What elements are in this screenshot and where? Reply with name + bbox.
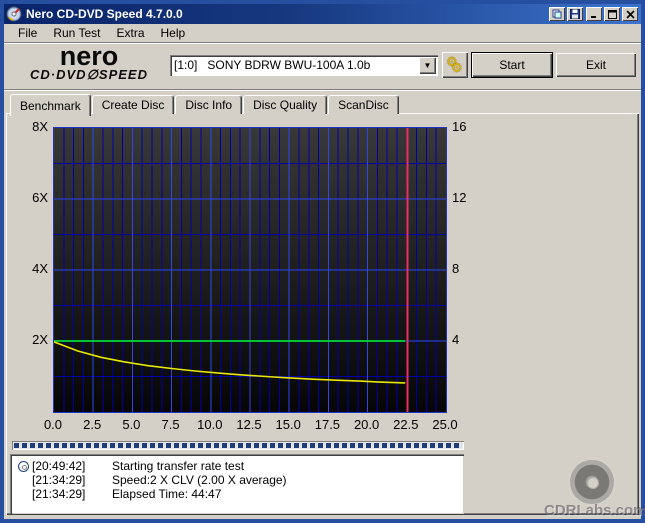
log-entry: [21:34:29] Speed:2 X CLV (2.00 X average… [32, 473, 287, 487]
tab-create-disc[interactable]: Create Disc [91, 95, 175, 114]
log-entry: [21:34:29] Elapsed Time: 44:47 [32, 487, 222, 501]
x-axis-tick: 0.0 [43, 417, 63, 432]
x-axis-tick: 15.0 [275, 417, 301, 432]
start-button[interactable]: Start [472, 53, 552, 77]
log-entry: [20:49:42] Starting transfer rate test [14, 459, 460, 473]
minimize-button[interactable] [586, 7, 602, 21]
disc-icon [17, 460, 29, 472]
separator [4, 89, 641, 91]
x-axis-tick: 5.0 [122, 417, 141, 432]
chevron-down-icon[interactable]: ▼ [419, 57, 436, 74]
title-bar[interactable]: Nero CD-DVD Speed 4.7.0.0 [4, 4, 641, 24]
y-axis-right-tick: 16 [452, 119, 467, 134]
x-axis-tick: 25.0 [432, 417, 458, 432]
y-axis-left-tick: 2X [32, 332, 48, 347]
benchmark-chart [53, 127, 447, 413]
tab-disc-info[interactable]: Disc Info [175, 95, 243, 114]
status-log[interactable]: [20:49:42] Starting transfer rate test [… [10, 454, 464, 514]
progress-fill [14, 443, 462, 448]
menu-extra[interactable]: Extra [108, 25, 152, 41]
maximize-button[interactable] [604, 7, 620, 21]
app-disc-icon [6, 6, 22, 22]
close-button[interactable] [622, 7, 638, 21]
menu-run-test[interactable]: Run Test [45, 25, 108, 41]
save-button[interactable] [567, 7, 583, 21]
menu-help[interactable]: Help [153, 25, 194, 41]
y-axis-right-tick: 8 [452, 261, 460, 276]
menu-file[interactable]: File [10, 25, 45, 41]
application-window: Nero CD-DVD Speed 4.7.0.0 File Run Test … [0, 0, 645, 523]
gear-icon: ⚙ [451, 60, 463, 75]
copy-report-button[interactable] [549, 7, 565, 21]
cd-dvd-speed-wordmark: CD·DVD∅SPEED [30, 67, 148, 82]
x-axis-tick: 2.5 [83, 417, 102, 432]
x-axis-tick: 17.5 [314, 417, 341, 432]
tab-disc-quality[interactable]: Disc Quality [243, 95, 328, 114]
y-axis-left-tick: 6X [32, 190, 48, 205]
x-axis-tick: 22.5 [393, 417, 419, 432]
drive-select-value: [1:0] SONY BDRW BWU-100A 1.0b [174, 58, 371, 72]
y-axis-right-tick: 12 [452, 190, 467, 205]
y-axis-left-tick: 8X [32, 119, 48, 134]
floppy-icon [570, 9, 580, 19]
tab-benchmark[interactable]: Benchmark [10, 94, 91, 116]
x-axis-tick: 20.0 [353, 417, 380, 432]
logo-disc-icon: ∅ [86, 67, 99, 82]
exit-button[interactable]: Exit [556, 53, 636, 77]
drive-select-combobox[interactable]: [1:0] SONY BDRW BWU-100A 1.0b ▼ [170, 55, 438, 76]
options-button[interactable]: ⚙ ⚙ [442, 52, 468, 78]
tab-scandisc[interactable]: ScanDisc [328, 95, 399, 114]
x-axis-tick: 12.5 [236, 417, 262, 432]
x-axis-tick: 10.0 [197, 417, 223, 432]
y-axis-left-tick: 4X [32, 261, 48, 276]
nero-logo: nero CD·DVD∅SPEED [10, 41, 168, 88]
tab-strip: Benchmark Create Disc Disc Info Disc Qua… [10, 93, 400, 116]
close-icon [625, 9, 635, 19]
y-axis-right-tick: 4 [452, 332, 460, 347]
minimize-icon [590, 15, 596, 18]
maximize-icon [607, 9, 617, 19]
menu-bar: File Run Test Extra Help [4, 24, 641, 42]
toolbar: nero CD·DVD∅SPEED [1:0] SONY BDRW BWU-10… [4, 41, 641, 88]
pages-icon [552, 9, 562, 19]
x-axis-tick: 7.5 [161, 417, 180, 432]
test-progress-bar [12, 441, 464, 450]
nero-logo-wordmark: nero [59, 41, 119, 71]
window-title: Nero CD-DVD Speed 4.7.0.0 [26, 7, 183, 21]
